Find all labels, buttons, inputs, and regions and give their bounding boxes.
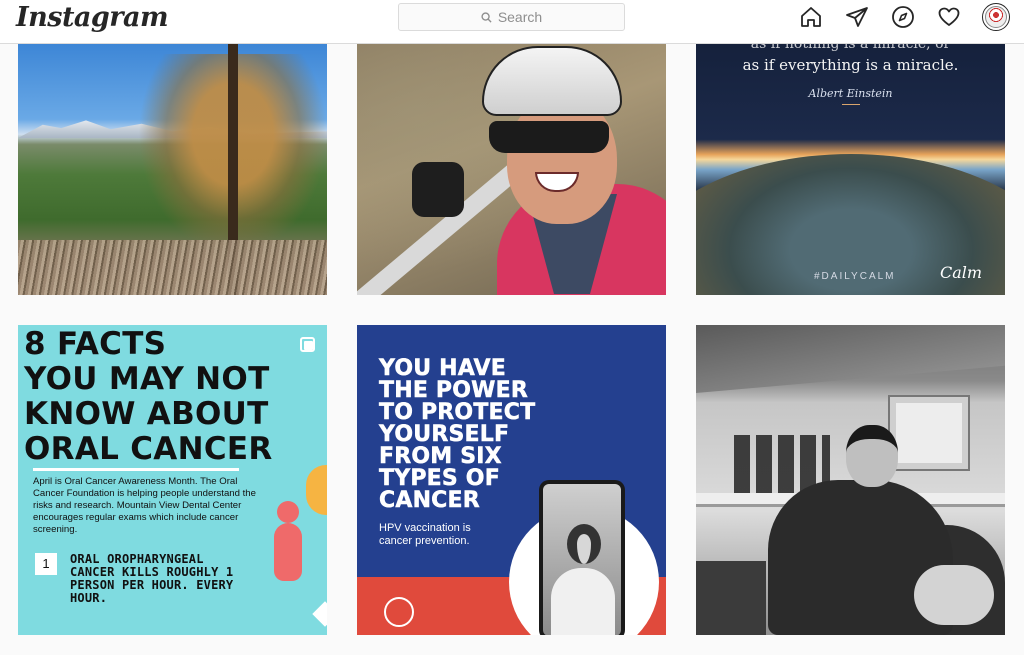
instagram-logo[interactable]: Instagram	[16, 2, 169, 33]
person-icon	[277, 501, 299, 523]
carousel-icon	[300, 337, 315, 352]
post-tile-cyclist[interactable]	[357, 44, 666, 295]
glove	[412, 162, 464, 217]
search-placeholder: Search	[497, 9, 543, 25]
post-tile-calm-quote[interactable]: as if nothing is a miracle, or as if eve…	[696, 44, 1005, 295]
heading-line: YOU HAVE	[379, 356, 506, 381]
quote-author: Albert Einstein	[808, 87, 893, 100]
woman-head	[567, 524, 601, 564]
woman-body	[551, 568, 615, 635]
profile-avatar[interactable]	[982, 3, 1010, 31]
heading-line: TO PROTECT	[379, 400, 536, 425]
hashtag: #DAILYCALM	[814, 271, 896, 282]
direct-message-icon[interactable]	[844, 4, 870, 30]
heading-line: CANCER	[379, 488, 480, 513]
person-body	[274, 523, 302, 581]
avatar-image	[985, 6, 1007, 28]
search-icon	[481, 11, 492, 23]
post-tile-landscape[interactable]	[18, 44, 327, 295]
heading-line: THE POWER	[379, 378, 528, 403]
poster-heading: YOU HAVE THE POWER TO PROTECT YOURSELF F…	[379, 356, 536, 513]
divider	[33, 468, 239, 471]
subtext-line: cancer prevention.	[379, 535, 470, 547]
search-input[interactable]: Search	[398, 3, 625, 31]
post-tile-hpv[interactable]: YOU HAVE THE POWER TO PROTECT YOURSELF F…	[357, 325, 666, 635]
home-icon[interactable]	[798, 4, 824, 30]
ceiling	[696, 325, 1005, 393]
calm-logo: Calm	[940, 263, 983, 282]
explore-icon[interactable]	[890, 4, 916, 30]
post-tile-bw-photo[interactable]	[696, 325, 1005, 635]
phone-screen	[543, 484, 621, 635]
heading-line: FROM SIX	[379, 444, 502, 469]
heading-line: ORAL CANCER	[24, 431, 273, 467]
top-nav-bar: Instagram Search	[0, 0, 1024, 44]
mirror	[888, 395, 970, 471]
phone-mockup	[539, 480, 625, 635]
hpv-badge-icon	[384, 597, 414, 627]
pillow	[914, 565, 994, 625]
infographic-heading: 8 FACTS YOU MAY NOT KNOW ABOUT ORAL CANC…	[24, 327, 273, 467]
nav-icons	[798, 3, 1010, 31]
subtext-line: HPV vaccination is	[379, 522, 471, 534]
heading-line: 8 FACTS	[24, 326, 167, 362]
brush-foreground	[18, 240, 327, 295]
fact-text: ORAL OROPHARYNGEAL CANCER KILLS ROUGHLY …	[70, 552, 234, 605]
heading-line: KNOW ABOUT	[24, 396, 269, 432]
sunglasses	[489, 121, 609, 153]
heading-line: YOURSELF	[379, 422, 510, 447]
heading-line: TYPES OF	[379, 466, 500, 491]
poster-subtext: HPV vaccination is cancer prevention.	[379, 522, 471, 548]
quote-line-2: as if everything is a miracle.	[742, 56, 959, 74]
heading-line: YOU MAY NOT	[24, 361, 270, 397]
corner-shape	[312, 601, 327, 627]
quote-line-1: as if nothing is a miracle, or	[750, 44, 951, 52]
post-tile-oral-cancer[interactable]: 8 FACTS YOU MAY NOT KNOW ABOUT ORAL CANC…	[18, 325, 327, 635]
sofa	[696, 561, 766, 635]
man-head	[846, 425, 898, 487]
infographic-body: April is Oral Cancer Awareness Month. Th…	[33, 476, 256, 535]
speech-bubble	[306, 465, 327, 515]
activity-heart-icon[interactable]	[936, 4, 962, 30]
fact-number: 1	[35, 553, 57, 575]
divider	[842, 104, 860, 105]
